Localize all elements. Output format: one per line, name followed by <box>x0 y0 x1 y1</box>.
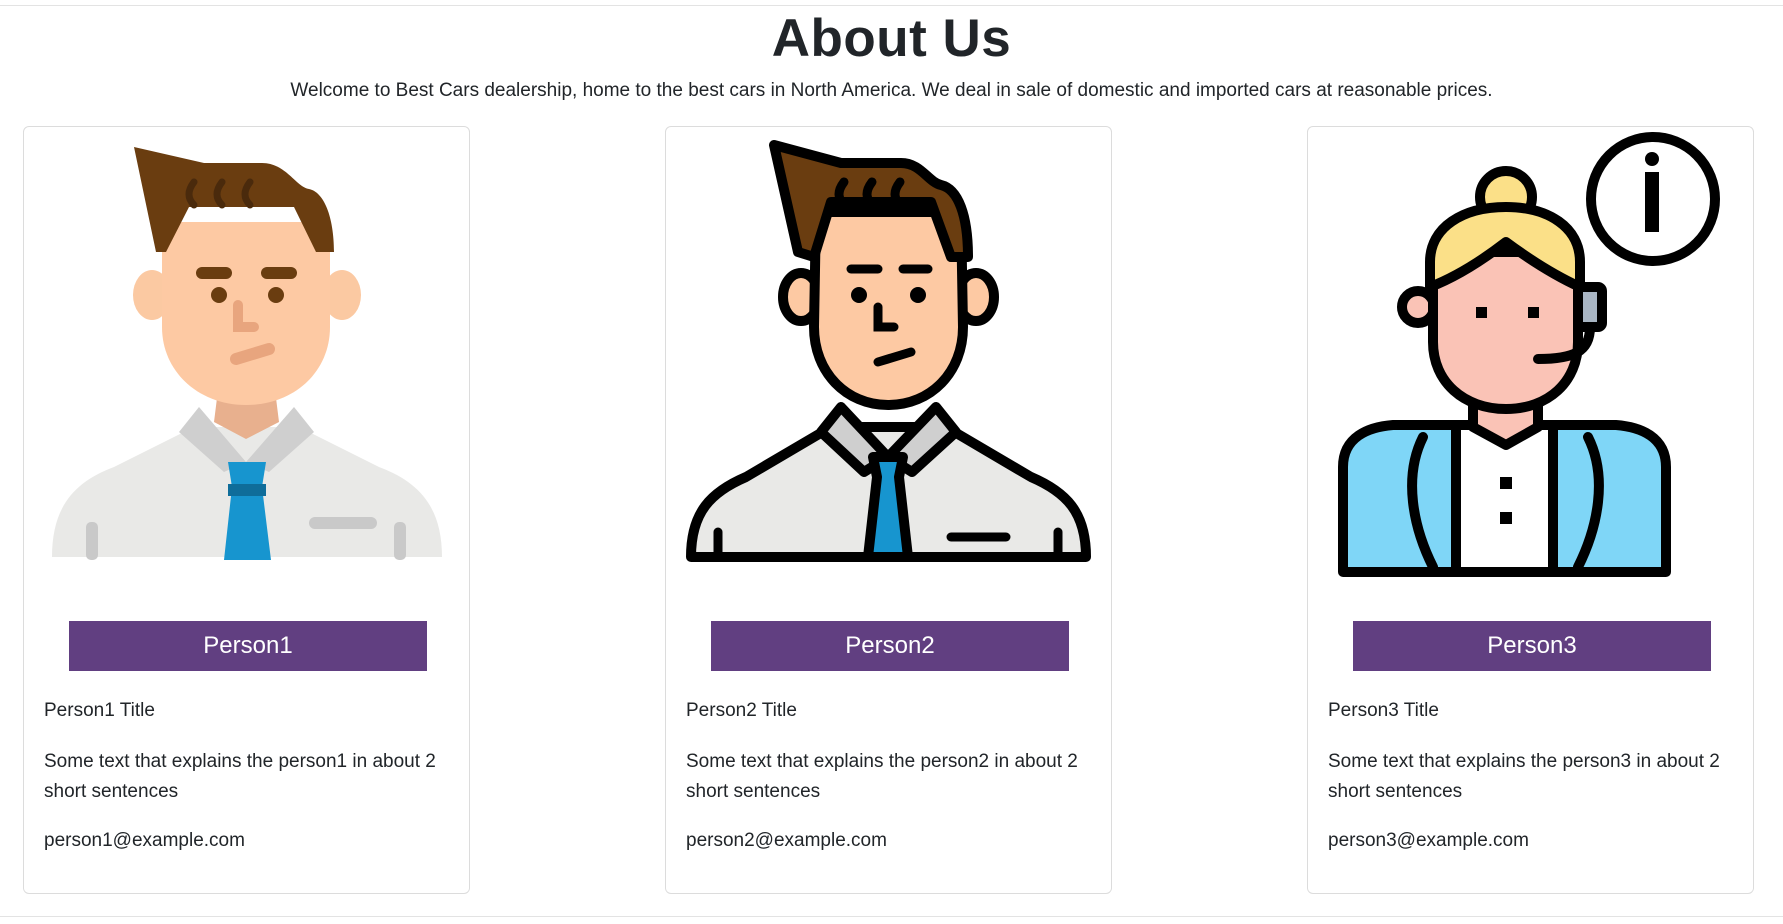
person-title: Person3 Title <box>1328 700 1439 721</box>
support-agent-info-icon <box>1308 127 1753 577</box>
person-name-banner: Person1 <box>69 621 427 671</box>
person-email: person3@example.com <box>1328 830 1529 851</box>
page-title: About Us <box>771 9 1012 68</box>
person-title: Person2 Title <box>686 700 797 721</box>
person-title: Person1 Title <box>44 700 155 721</box>
businessman-outline-icon <box>666 127 1111 577</box>
bottom-divider <box>0 916 1783 917</box>
person-email: person2@example.com <box>686 830 887 851</box>
person-card: Person3 Person3 Title Some text that exp… <box>1307 126 1754 894</box>
person-description: Some text that explains the person2 in a… <box>686 751 1078 802</box>
person-description: Some text that explains the person1 in a… <box>44 751 436 802</box>
person-description: Some text that explains the person3 in a… <box>1328 751 1720 802</box>
person-card: Person2 Person2 Title Some text that exp… <box>665 126 1112 894</box>
person-name-banner: Person3 <box>1353 621 1711 671</box>
top-divider <box>0 5 1783 6</box>
person-card: Person1 Person1 Title Some text that exp… <box>23 126 470 894</box>
person-name-banner: Person2 <box>711 621 1069 671</box>
person-email: person1@example.com <box>44 830 245 851</box>
businessman-flat-icon <box>24 127 469 577</box>
intro-text: Welcome to Best Cars dealership, home to… <box>290 80 1493 101</box>
